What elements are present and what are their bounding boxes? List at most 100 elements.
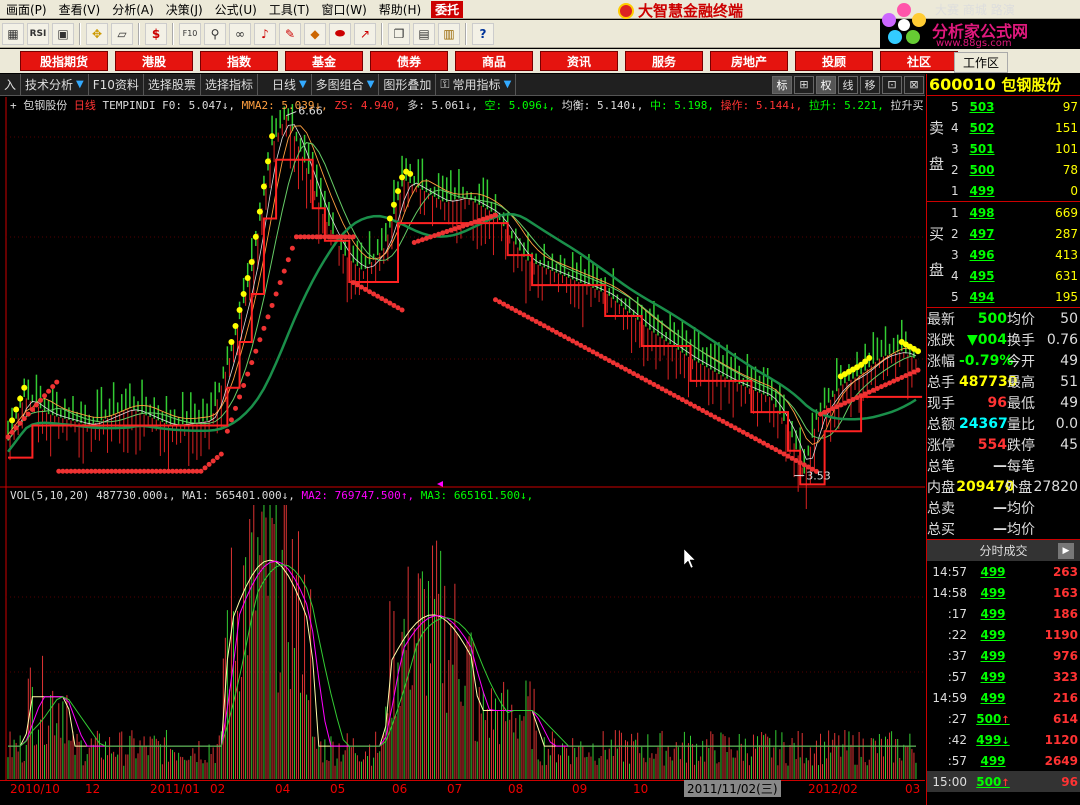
stat-value: 24367 [959,415,1008,432]
stat-value: 209470 [956,478,1015,495]
trade-row: :17 499 186 [927,603,1080,624]
menu-item[interactable]: 画面(P) [0,1,53,18]
nav-advisor[interactable]: 投顾 [795,51,873,71]
legend-item: MA2: 769747.500↑, [301,489,421,502]
nav-real-estate[interactable]: 房地产 [710,51,788,71]
select-indicator-button[interactable]: 选择指标 [201,73,258,96]
menu-item[interactable]: 公式(U) [209,1,263,18]
nav-news[interactable]: 资讯 [540,51,618,71]
tag-icon[interactable]: ⬬ [329,22,351,45]
sar-dot [206,461,212,467]
line-button[interactable]: 线 [838,75,858,94]
highlight-dot [256,208,263,215]
sar-dot [233,405,238,411]
legend-item: MA1: 565401.000↓, [182,489,302,502]
bell-icon[interactable]: ♪ [254,22,276,45]
menu-item[interactable]: 决策(J) [160,1,209,18]
workarea-tab[interactable]: 工作区 [954,52,1009,73]
sar-dot [202,465,208,471]
play-icon[interactable]: ▶ [1058,543,1074,559]
sar-dot [399,307,405,313]
copy-icon[interactable]: ❐ [388,22,410,45]
mark-button[interactable]: 标 [772,75,792,94]
multi-chart-dropdown[interactable]: 多图组合 ▼ [312,73,380,96]
menu-item[interactable]: 工具(T) [263,1,316,18]
toolbar-separator [381,22,383,45]
pen-icon[interactable]: ✎ [279,22,301,45]
date-tick: 10 [633,782,649,796]
buy-orderbook: 买 盘 1 498 669 2 497 287 3 496 413 4 495 631… [927,202,1080,308]
ruler-icon[interactable]: ▱ [111,22,133,45]
roadshow-button[interactable]: 路演 [991,3,1015,17]
search-icon[interactable]: ⚲ [204,22,226,45]
subbar-enter[interactable]: 入 [0,73,22,96]
stat-value-2: 0.76 [1046,331,1078,348]
date-tick: 02 [210,782,226,796]
highlight-dot [252,233,259,240]
kline-chart[interactable]: 6.66 3.53 + 包钢股份 日线 TEMPINDI F0: 5.047↓, … [0,97,1007,805]
overlay-button[interactable]: 图形叠加 [379,73,437,96]
nav-fund[interactable]: 基金 [285,51,363,71]
menu-item[interactable]: 查看(V) [53,1,107,18]
orderbook-row[interactable]: 2 500 78 [927,159,1080,180]
nav-commodity[interactable]: 商品 [455,51,533,71]
orderbook-row[interactable]: 4 502 151 [927,117,1080,138]
period-dropdown[interactable]: 日线 ▼ [258,73,312,96]
technical-analysis-dropdown[interactable]: 技术分析 ▼ [21,73,89,96]
orderbook-row[interactable]: 2 497 287 [927,223,1080,244]
grid-icon[interactable]: ▦ [2,22,24,45]
monitor-icon[interactable]: ▣ [52,22,74,45]
trust-button[interactable]: 委托 [431,0,464,18]
stat-row: 总额 24367 量比 0.0 [927,413,1080,434]
menu-item[interactable]: 分析(A) [106,1,160,18]
date-tick: 09 [572,782,588,796]
move-icon[interactable]: ✥ [86,22,108,45]
nav-futures[interactable]: 股指期货 [20,51,108,71]
rsi-icon[interactable]: RSI [27,22,49,45]
lock-icon: ⚿ [440,77,450,91]
books-icon[interactable]: ▥ [438,22,460,45]
f10-icon[interactable]: F10 [179,22,201,45]
window-icon[interactable]: ▤ [413,22,435,45]
common-indicators-dropdown[interactable]: ⚿ 常用指标 ▼ [436,73,517,96]
zoom-button[interactable]: ⊡ [882,75,902,94]
date-tick: 05 [330,782,346,796]
trend-icon[interactable]: ↗ [354,22,376,45]
close-chart-button[interactable]: ⊠ [904,75,924,94]
contest-button[interactable]: 大赛 [935,3,959,17]
sell-label: 卖 盘 [929,119,945,173]
orderbook-row[interactable]: 1 498 669 [927,202,1080,223]
mall-button[interactable]: 商城 [963,3,987,17]
sar-dot [54,379,60,385]
diamond-icon[interactable]: ◆ [304,22,326,45]
orderbook-row[interactable]: 1 499 0 [927,180,1080,201]
stat-value-2: 0.0 [1055,415,1078,432]
nav-community[interactable]: 社区 [880,51,958,71]
dollar-icon[interactable]: $ [145,22,167,45]
orderbook-row[interactable]: 3 496 413 [927,244,1080,265]
binoculars-icon[interactable]: ∞ [229,22,251,45]
orderbook-row[interactable]: 4 495 631 [927,265,1080,286]
move-button[interactable]: 移 [860,75,880,94]
stat-label: 总笔 [927,458,955,475]
nav-service[interactable]: 服务 [625,51,703,71]
stat-value: 554 [977,436,1007,453]
app-logo-icon [618,3,634,19]
stock-name: 包钢股份 [1001,76,1062,94]
stat-value: ▼004 [967,331,1007,348]
crosshair-button[interactable]: ⊞ [794,75,814,94]
trade-arrow: ↓ [1001,735,1010,747]
select-stock-button[interactable]: 选择股票 [144,73,201,96]
nav-bond[interactable]: 债券 [370,51,448,71]
menu-item[interactable]: 帮助(H) [373,1,427,18]
stat-value-2: 50 [1060,310,1078,327]
orderbook-row[interactable]: 3 501 101 [927,138,1080,159]
orderbook-row[interactable]: 5 503 97 [927,96,1080,117]
menu-item[interactable]: 窗口(W) [316,1,373,18]
help-icon[interactable]: ? [472,22,494,45]
nav-index[interactable]: 指数 [200,51,278,71]
orderbook-row[interactable]: 5 494 195 [927,286,1080,307]
nav-hk-stocks[interactable]: 港股 [115,51,193,71]
rights-button[interactable]: 权 [816,75,836,94]
f10-data-button[interactable]: F10资料 [89,73,144,96]
